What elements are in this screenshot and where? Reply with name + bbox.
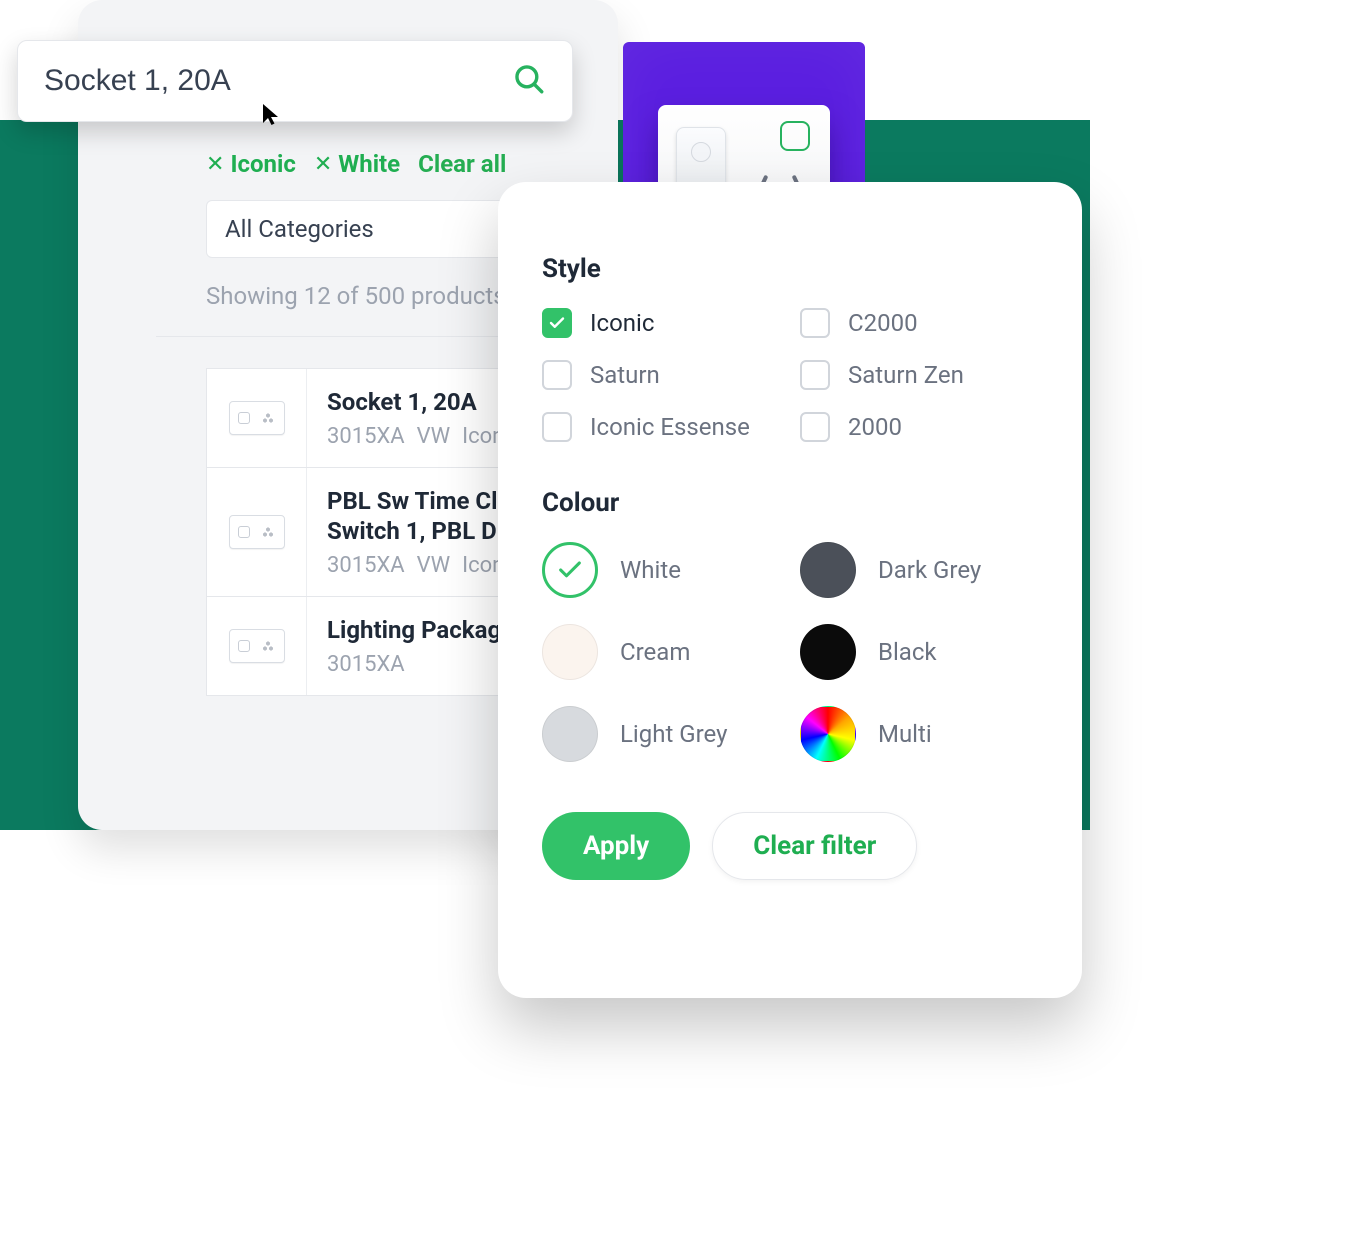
colour-swatch bbox=[800, 624, 856, 680]
cursor-icon bbox=[262, 103, 282, 131]
product-title: Lighting Package bbox=[327, 615, 514, 646]
colour-label: Light Grey bbox=[620, 720, 727, 748]
results-summary: Showing 12 of 500 products bbox=[206, 282, 506, 310]
product-thumbnail bbox=[207, 369, 307, 467]
style-checkbox[interactable]: Iconic Essense bbox=[542, 412, 780, 442]
colour-option[interactable]: Dark Grey bbox=[800, 542, 1038, 598]
style-heading: Style bbox=[542, 254, 1038, 284]
filter-chip-iconic[interactable]: ✕ Iconic bbox=[206, 150, 296, 178]
checkbox-label: Saturn bbox=[590, 361, 660, 389]
search-bar[interactable] bbox=[17, 40, 573, 122]
clear-all-filters[interactable]: Clear all bbox=[418, 150, 506, 178]
checkbox-icon bbox=[800, 308, 830, 338]
category-select-label: All Categories bbox=[225, 215, 374, 243]
search-input[interactable] bbox=[44, 64, 512, 98]
style-checkbox[interactable]: Iconic bbox=[542, 308, 780, 338]
colour-label: White bbox=[620, 556, 681, 584]
colour-option[interactable]: Light Grey bbox=[542, 706, 780, 762]
product-sku: 3015XA bbox=[327, 424, 405, 449]
colour-swatch bbox=[542, 624, 598, 680]
colour-option[interactable]: Black bbox=[800, 624, 1038, 680]
colour-label: Multi bbox=[878, 720, 932, 748]
colour-label: Black bbox=[878, 638, 937, 666]
product-thumbnail bbox=[207, 468, 307, 596]
checkbox-label: Iconic bbox=[590, 309, 654, 337]
filter-panel: Style Iconic C2000 Saturn Saturn Zen Iconic … bbox=[498, 182, 1082, 998]
colour-swatch bbox=[800, 706, 856, 762]
product-meta: 3015XA VW Iconic bbox=[327, 424, 521, 449]
outlet-icon bbox=[229, 515, 285, 549]
checkbox-icon bbox=[542, 412, 572, 442]
product-title: Socket 1, 20A bbox=[327, 387, 521, 418]
style-checkbox[interactable]: C2000 bbox=[800, 308, 1038, 338]
product-sku: 3015XA bbox=[327, 652, 405, 677]
chip-label: Iconic bbox=[230, 150, 295, 178]
checkbox-label: Iconic Essense bbox=[590, 413, 750, 441]
product-colour: VW bbox=[417, 553, 451, 578]
remove-chip-icon: ✕ bbox=[206, 152, 224, 177]
clear-filter-button[interactable]: Clear filter bbox=[712, 812, 917, 880]
colour-label: Cream bbox=[620, 638, 690, 666]
style-checkbox[interactable]: 2000 bbox=[800, 412, 1038, 442]
style-checkbox[interactable]: Saturn Zen bbox=[800, 360, 1038, 390]
checkbox-icon bbox=[800, 360, 830, 390]
checkbox-icon bbox=[542, 308, 572, 338]
filter-chip-white[interactable]: ✕ White bbox=[314, 150, 400, 178]
outlet-icon bbox=[229, 629, 285, 663]
outlet-icon bbox=[229, 401, 285, 435]
colour-swatch bbox=[800, 542, 856, 598]
search-icon[interactable] bbox=[512, 62, 546, 100]
remove-chip-icon: ✕ bbox=[314, 152, 332, 177]
colour-swatch bbox=[542, 542, 598, 598]
product-colour: VW bbox=[417, 424, 451, 449]
product-thumbnail bbox=[207, 597, 307, 695]
colour-heading: Colour bbox=[542, 488, 1038, 518]
colour-option[interactable]: White bbox=[542, 542, 780, 598]
product-meta: 3015XA bbox=[327, 652, 514, 677]
apply-button[interactable]: Apply bbox=[542, 812, 690, 880]
checkbox-icon bbox=[542, 360, 572, 390]
colour-label: Dark Grey bbox=[878, 556, 981, 584]
colour-swatch bbox=[542, 706, 598, 762]
checkbox-label: 2000 bbox=[848, 413, 902, 441]
checkbox-label: C2000 bbox=[848, 309, 918, 337]
chip-label: White bbox=[338, 150, 400, 178]
colour-option[interactable]: Multi bbox=[800, 706, 1038, 762]
active-filter-chips: ✕ Iconic ✕ White Clear all bbox=[206, 150, 506, 178]
checkbox-icon bbox=[800, 412, 830, 442]
checkbox-label: Saturn Zen bbox=[848, 361, 964, 389]
style-checkbox[interactable]: Saturn bbox=[542, 360, 780, 390]
colour-option[interactable]: Cream bbox=[542, 624, 780, 680]
product-sku: 3015XA bbox=[327, 553, 405, 578]
